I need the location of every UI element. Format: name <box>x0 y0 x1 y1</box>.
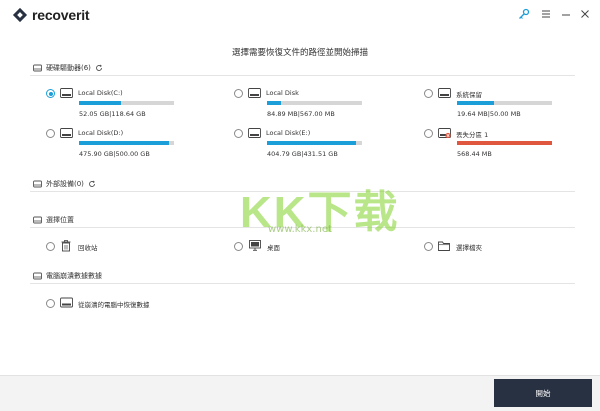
minimize-icon[interactable] <box>559 8 573 22</box>
section-label: 電腦崩潰數據數據 <box>46 272 102 280</box>
drive-size: 84.89 MB|567.00 MB <box>267 110 335 118</box>
menu-icon[interactable] <box>539 8 553 22</box>
radio-crashed-recovery[interactable] <box>46 299 55 308</box>
lost-partition-icon <box>438 128 451 138</box>
start-button[interactable]: 開始 <box>494 379 592 407</box>
hard-drive-icon <box>438 88 451 98</box>
drive-name: Local Disk <box>266 89 299 97</box>
section-divider <box>30 75 575 76</box>
computer-icon <box>33 272 42 280</box>
drive-radio[interactable] <box>234 129 243 138</box>
location-folder-label: 選擇檔夾 <box>456 244 482 252</box>
drive-usage-fill <box>79 141 170 145</box>
drive-name: Local Disk(D:) <box>78 129 124 137</box>
section-external-devices: 外部設備(0) <box>33 178 96 190</box>
drive-name: Local Disk(C:) <box>78 89 123 97</box>
recoverit-logo-icon <box>12 7 28 23</box>
drive-usage-fill <box>457 141 552 145</box>
hard-drive-icon <box>248 128 261 138</box>
drive-usage-bar <box>79 141 174 145</box>
section-select-location: 選擇位置 <box>33 214 74 226</box>
crashed-recovery-label: 從崩潰的電腦中恢復數據 <box>78 301 150 309</box>
section-hard-drives: 硬碟驅動器(6) <box>33 62 103 74</box>
desktop-icon <box>249 240 261 251</box>
section-label: 硬碟驅動器(6) <box>46 64 91 72</box>
drive-radio[interactable] <box>234 89 243 98</box>
drive-name: 丟失分區 1 <box>456 131 489 139</box>
recycle-bin-icon <box>61 240 71 252</box>
drive-radio[interactable] <box>46 129 55 138</box>
drive-usage-fill <box>267 101 282 105</box>
page-headline: 選擇需要恢復文件的路徑並開始掃描 <box>231 48 368 58</box>
drive-name: 系統保留 <box>456 91 482 99</box>
section-label: 選擇位置 <box>46 216 74 224</box>
folder-icon <box>438 241 450 251</box>
watermark-url: www.kkx.net <box>268 224 332 235</box>
brand-name: recoverit <box>32 7 90 23</box>
radio-select-folder[interactable] <box>424 242 433 251</box>
drive-size: 52.05 GB|118.64 GB <box>79 110 146 118</box>
drive-size: 475.90 GB|500.00 GB <box>79 150 150 158</box>
drive-radio[interactable] <box>46 89 55 98</box>
refresh-icon[interactable] <box>88 180 96 188</box>
drive-size: 568.44 MB <box>457 150 492 158</box>
drive-size: 19.64 MB|50.00 MB <box>457 110 521 118</box>
drive-radio[interactable] <box>424 89 433 98</box>
drive-name: Local Disk(E:) <box>266 129 311 137</box>
drive-usage-bar <box>457 141 552 145</box>
hard-drive-icon <box>33 64 42 72</box>
drive-usage-bar <box>267 101 362 105</box>
section-label: 外部設備(0) <box>46 180 84 188</box>
drive-radio[interactable] <box>424 129 433 138</box>
refresh-icon[interactable] <box>95 64 103 72</box>
drive-usage-fill <box>267 141 357 145</box>
drive-usage-bar <box>457 101 552 105</box>
hard-drive-icon <box>60 88 73 98</box>
location-desktop-label: 桌面 <box>267 244 280 252</box>
radio-desktop[interactable] <box>234 242 243 251</box>
external-drive-icon <box>33 180 42 188</box>
location-recycle-bin-label: 回收站 <box>78 244 98 252</box>
key-icon[interactable] <box>517 8 531 22</box>
section-divider <box>30 283 575 284</box>
close-icon[interactable] <box>578 8 592 22</box>
drive-usage-fill <box>79 101 121 105</box>
section-crashed-computer: 電腦崩潰數據數據 <box>33 270 102 282</box>
title-bar: recoverit <box>0 0 600 30</box>
hard-drive-icon <box>248 88 261 98</box>
radio-recycle-bin[interactable] <box>46 242 55 251</box>
drive-usage-bar <box>267 141 362 145</box>
drive-size: 404.79 GB|431.51 GB <box>267 150 338 158</box>
crashed-computer-drive-icon <box>60 297 73 308</box>
location-icon <box>33 216 42 224</box>
drive-usage-fill <box>457 101 495 105</box>
hard-drive-icon <box>60 128 73 138</box>
drive-usage-bar <box>79 101 174 105</box>
